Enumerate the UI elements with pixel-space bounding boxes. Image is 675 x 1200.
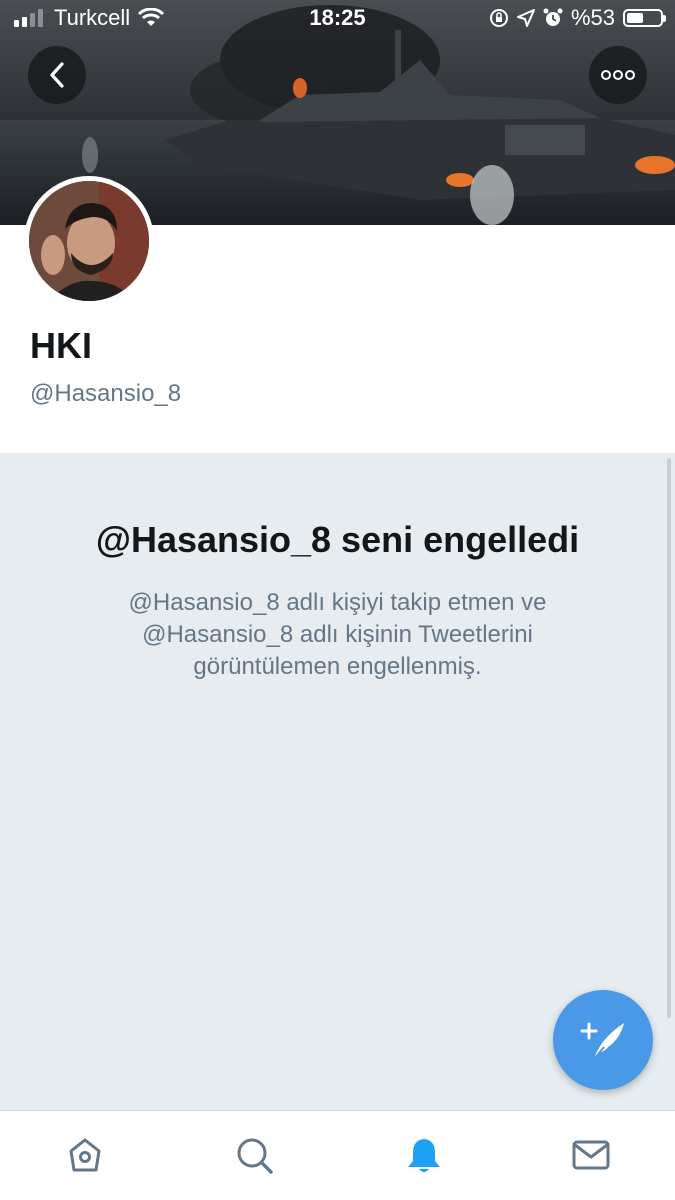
status-right: %53 xyxy=(489,5,666,31)
compose-tweet-button[interactable] xyxy=(553,990,653,1090)
location-icon xyxy=(516,9,535,27)
blocked-title: @Hasansio_8 seni engelledi xyxy=(95,519,580,560)
scrollbar[interactable] xyxy=(667,458,671,1018)
battery-icon xyxy=(623,9,666,27)
more-dots-icon xyxy=(601,70,635,80)
search-icon xyxy=(237,1138,273,1174)
battery-percent: %53 xyxy=(570,5,615,30)
profile-name: HKI xyxy=(30,325,92,366)
more-options-button[interactable] xyxy=(589,46,647,104)
rotation-lock-icon xyxy=(489,9,508,27)
tab-messages[interactable] xyxy=(569,1133,613,1177)
profile-handle: @Hasansio_8 xyxy=(30,380,182,407)
tab-notifications[interactable] xyxy=(402,1133,446,1177)
blocked-description: @Hasansio_8 adlı kişiyi takip etmen ve @… xyxy=(128,589,547,680)
alarm-icon xyxy=(543,8,563,26)
home-icon xyxy=(69,1138,101,1172)
avatar[interactable] xyxy=(24,176,154,306)
compose-tweet-icon xyxy=(580,1022,624,1060)
bell-icon xyxy=(408,1139,440,1172)
chevron-left-icon xyxy=(50,62,64,88)
tab-bar xyxy=(0,1110,675,1200)
tab-search[interactable] xyxy=(232,1133,276,1177)
back-button[interactable] xyxy=(28,46,86,104)
avatar-image xyxy=(29,181,149,301)
tab-home[interactable] xyxy=(63,1133,107,1177)
status-bar: Turkcell 18:25 %53 xyxy=(0,0,675,38)
mail-icon xyxy=(572,1140,610,1170)
